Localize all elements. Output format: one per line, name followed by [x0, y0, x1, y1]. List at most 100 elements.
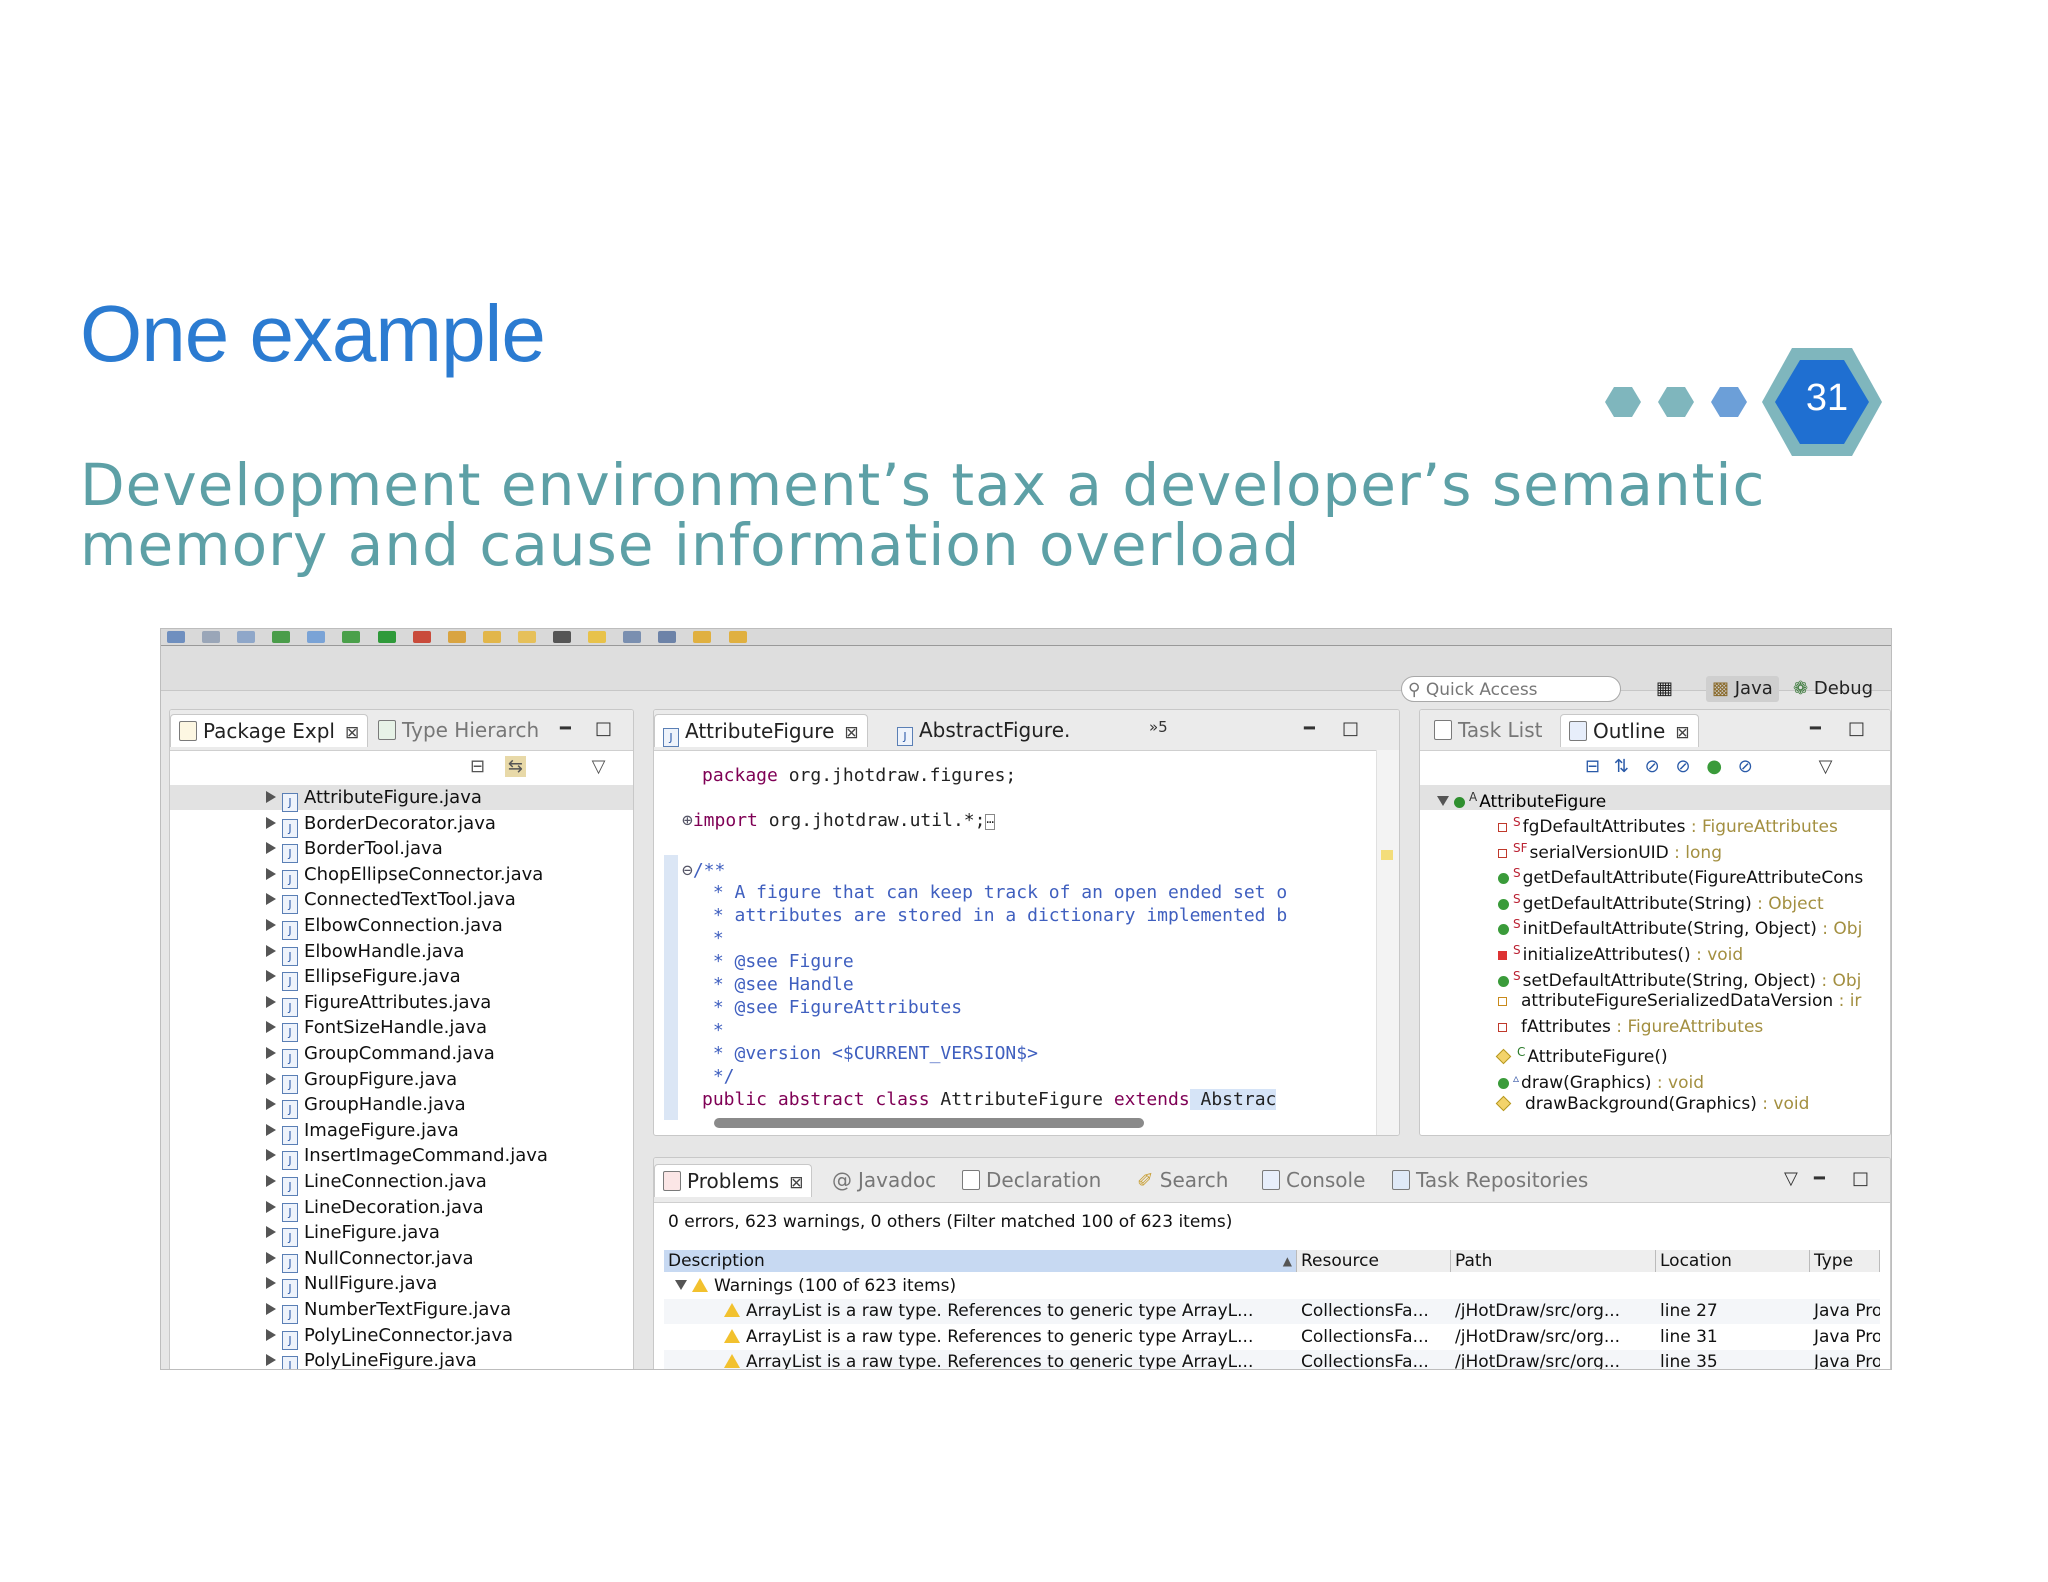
open-type-icon[interactable]	[482, 631, 501, 643]
back-icon[interactable]	[693, 631, 712, 643]
tab-declaration[interactable]: Declaration	[954, 1164, 1109, 1196]
expand-arrow-icon[interactable]	[266, 1226, 276, 1239]
expand-arrow-icon[interactable]	[266, 970, 276, 983]
tab-task-repositories[interactable]: Task Repositories	[1384, 1164, 1596, 1196]
search-tool-icon[interactable]	[307, 631, 326, 643]
expand-arrow-icon[interactable]	[266, 944, 276, 957]
expand-arrow-icon[interactable]	[675, 1280, 687, 1290]
expand-arrow-icon[interactable]	[266, 1303, 276, 1315]
more-tabs-indicator[interactable]: »5	[1149, 718, 1168, 736]
outline-member[interactable]: SinitDefaultAttribute(String, Object) : …	[1420, 912, 1890, 939]
file-tree-item[interactable]: J LineConnection.java	[170, 1169, 633, 1196]
column-type[interactable]: Type	[1810, 1250, 1880, 1272]
close-icon[interactable]: ⊠	[1675, 723, 1689, 743]
expand-arrow-icon[interactable]	[266, 893, 276, 906]
run-icon[interactable]	[377, 631, 396, 643]
expand-arrow-icon[interactable]	[266, 1200, 276, 1213]
view-menu-icon[interactable]: ▽	[1819, 756, 1833, 777]
forward-icon[interactable]	[728, 631, 747, 643]
expand-arrow-icon[interactable]	[266, 1354, 276, 1367]
file-tree-item[interactable]: J FigureAttributes.java	[170, 990, 633, 1017]
column-location[interactable]: Location	[1656, 1250, 1810, 1272]
maximize-icon[interactable]: □	[595, 718, 612, 739]
maximize-icon[interactable]: □	[1848, 718, 1865, 739]
tab-abstractfigure[interactable]: J AbstractFigure.	[889, 714, 1078, 746]
save-icon[interactable]	[202, 631, 221, 643]
expand-arrow-icon[interactable]	[266, 791, 276, 803]
file-tree-item[interactable]: J ElbowHandle.java	[170, 939, 633, 966]
tab-task-list[interactable]: Task List	[1426, 714, 1550, 746]
close-icon[interactable]: ⊠	[789, 1173, 803, 1193]
outline-member[interactable]: SF serialVersionUID : long	[1420, 836, 1890, 863]
collapse-icon[interactable]: ⊖	[682, 860, 693, 881]
hide-static-icon[interactable]: ⊘	[1675, 756, 1690, 777]
outline-member[interactable]: C AttributeFigure()	[1420, 1040, 1890, 1067]
block-select-icon[interactable]	[658, 631, 677, 643]
tab-attributefigure[interactable]: J AttributeFigure ⊠	[654, 714, 868, 747]
maximize-icon[interactable]: □	[1852, 1168, 1869, 1189]
expand-arrow-icon[interactable]	[266, 1098, 276, 1111]
collapse-all-icon[interactable]: ⊟	[1585, 756, 1600, 777]
file-tree-item[interactable]: J ConnectedTextTool.java	[170, 887, 633, 915]
outline-member[interactable]: SgetDefaultAttribute(String) : Object	[1420, 887, 1890, 914]
expand-arrow-icon[interactable]	[266, 1149, 276, 1162]
expand-arrow-icon[interactable]	[266, 1328, 276, 1341]
outline-member[interactable]: SgetDefaultAttribute(FigureAttributeCons	[1420, 861, 1890, 888]
perspective-java[interactable]: ▩ Java	[1706, 676, 1779, 702]
expand-arrow-icon[interactable]	[266, 1047, 276, 1059]
file-tree-item[interactable]: J BorderDecorator.java	[170, 811, 633, 838]
link-with-editor-icon[interactable]: ⇆	[504, 756, 526, 777]
tab-package-explorer[interactable]: Package Expl ⊠	[170, 714, 369, 747]
expand-arrow-icon[interactable]	[266, 1175, 276, 1187]
file-tree-item[interactable]: J GroupHandle.java	[170, 1092, 633, 1120]
close-icon[interactable]: ⊠	[844, 723, 858, 743]
outline-member[interactable]: fAttributes : FigureAttributes	[1420, 1015, 1890, 1040]
minimize-icon[interactable]: ━	[1304, 718, 1315, 739]
expand-arrow-icon[interactable]	[266, 816, 276, 829]
file-tree-item[interactable]: J LineFigure.java	[170, 1220, 633, 1248]
quick-access-input[interactable]: ⚲ Quick Access	[1401, 676, 1621, 702]
file-tree-item[interactable]: J FontSizeHandle.java	[170, 1015, 633, 1043]
sort-icon[interactable]: ⇅	[1614, 756, 1629, 777]
highlight-icon[interactable]	[588, 631, 607, 643]
debug-icon[interactable]	[342, 631, 361, 643]
tab-problems[interactable]: Problems ⊠	[654, 1164, 813, 1197]
minimize-icon[interactable]: ━	[560, 718, 571, 739]
toggle-mark-icon[interactable]	[623, 631, 642, 643]
new-icon[interactable]	[167, 631, 185, 643]
file-tree-item[interactable]: J NumberTextFigure.java	[170, 1297, 633, 1324]
expand-arrow-icon[interactable]	[266, 919, 276, 931]
view-menu-icon[interactable]: ▽	[592, 756, 606, 777]
outline-member[interactable]: attributeFigureSerializedDataVersion : i…	[1420, 989, 1890, 1014]
expand-arrow-icon[interactable]	[266, 1021, 276, 1034]
minimize-icon[interactable]: ━	[1810, 718, 1821, 739]
hide-fields-icon[interactable]: ⊘	[1645, 756, 1660, 777]
expand-icon[interactable]: ⊕	[682, 810, 693, 831]
expand-arrow-icon[interactable]	[266, 1123, 276, 1136]
file-tree-item[interactable]: J PolyLineFigure.java	[170, 1348, 633, 1369]
expand-arrow-icon[interactable]	[266, 995, 276, 1008]
tab-search[interactable]: ✐ Search	[1129, 1164, 1236, 1196]
minimize-icon[interactable]: ━	[1814, 1168, 1825, 1189]
file-tree-item[interactable]: J ImageFigure.java	[170, 1118, 633, 1145]
tab-type-hierarchy[interactable]: Type Hierarch	[370, 714, 547, 746]
outline-member[interactable]: SsetDefaultAttribute(String, Object) : O…	[1420, 964, 1890, 991]
file-tree-item[interactable]: J LineDecoration.java	[170, 1195, 633, 1222]
file-tree-item[interactable]: J BorderTool.java	[170, 836, 633, 864]
file-tree-item[interactable]: J EllipseFigure.java	[170, 964, 633, 992]
folded-marker-icon[interactable]: ⋯	[985, 814, 995, 830]
next-annotation-icon[interactable]	[553, 631, 572, 643]
expand-arrow-icon[interactable]	[266, 1277, 276, 1290]
open-folder-icon[interactable]	[517, 631, 536, 643]
outline-member[interactable]: ▵ draw(Graphics) : void	[1420, 1066, 1890, 1093]
expand-arrow-icon[interactable]	[266, 842, 276, 855]
file-tree-item[interactable]: J ChopEllipseConnector.java	[170, 862, 633, 889]
horizontal-scrollbar[interactable]	[714, 1118, 1144, 1128]
file-tree-item[interactable]: J PolyLineConnector.java	[170, 1323, 633, 1350]
problem-row[interactable]: ArrayList is a raw type. References to g…	[664, 1350, 1880, 1369]
tab-console[interactable]: Console	[1254, 1164, 1373, 1196]
build-icon[interactable]	[272, 631, 291, 643]
print-icon[interactable]	[237, 631, 256, 643]
warnings-group-row[interactable]: Warnings (100 of 623 items)	[664, 1274, 1297, 1299]
close-icon[interactable]: ⊠	[345, 723, 359, 743]
